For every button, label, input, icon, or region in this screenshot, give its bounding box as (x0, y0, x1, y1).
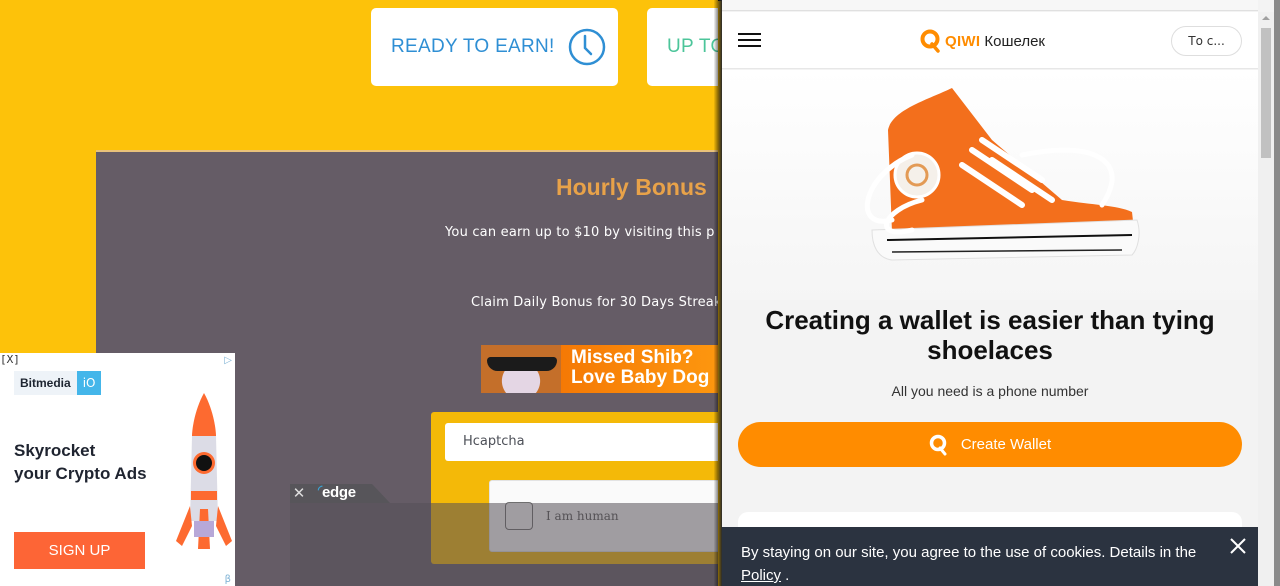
edge-signal-icon: ◜ (318, 484, 322, 496)
qiwi-window: QIWI Кошелек То с... Creating a wallet i… (722, 0, 1280, 586)
baby-doge-banner-ad[interactable]: Missed Shib? Love Baby Dog (481, 345, 718, 393)
hamburger-icon[interactable] (738, 33, 761, 47)
captcha-type-select[interactable]: Hcaptcha (445, 423, 718, 461)
cookie-banner: By staying on our site, you agree to the… (722, 527, 1258, 586)
sneaker-image (864, 88, 1140, 261)
hero-title: Creating a wallet is easier than tying s… (722, 305, 1258, 365)
edge-logo: ◜edge (318, 484, 356, 501)
ad-headline-line1: Skyrocket (14, 441, 96, 460)
bitmedia-logo-name: Bitmedia (14, 371, 77, 395)
faucet-page: READY TO EARN! UP TO Hourly Bonus You ca… (0, 0, 718, 586)
bitmedia-logo: Bitmedia iO (14, 371, 102, 395)
rocket-icon (176, 393, 232, 549)
qiwi-logo[interactable]: QIWI Кошелек (920, 29, 1045, 53)
adchoices-icon[interactable]: ▷ (224, 355, 232, 366)
edge-overlay-bar (290, 503, 718, 586)
sign-up-button[interactable]: SIGN UP (14, 532, 145, 569)
cookie-text: By staying on our site, you agree to the… (741, 541, 1211, 586)
bonus-title: Hourly Bonus (556, 174, 707, 200)
qiwi-brand-suffix: Кошелек (984, 32, 1045, 50)
screen: READY TO EARN! UP TO Hourly Bonus You ca… (0, 0, 1280, 586)
login-button[interactable]: То с... (1171, 26, 1242, 56)
close-icon[interactable] (1228, 536, 1248, 556)
scroll-thumb[interactable] (1261, 28, 1271, 158)
outer-scrollbar[interactable] (1274, 0, 1280, 586)
cookie-message: By staying on our site, you agree to the… (741, 544, 1197, 561)
streak-text: Claim Daily Bonus for 30 Days Streak (471, 295, 718, 310)
edge-logo-text: edge (321, 484, 356, 501)
clock-icon (568, 28, 605, 66)
cookie-suffix: . (781, 567, 790, 584)
create-wallet-button[interactable]: Create Wallet (738, 422, 1242, 467)
ad-close-button[interactable]: [X] (0, 353, 20, 366)
create-wallet-label: Create Wallet (960, 436, 1052, 453)
up-to-label: UP TO (667, 36, 718, 57)
policy-link[interactable]: Policy (741, 567, 781, 584)
sunglasses-image (487, 357, 557, 371)
close-icon[interactable]: ✕ (292, 486, 306, 501)
window-top-bar (722, 0, 1258, 11)
hero-subtitle: All you need is a phone number (891, 383, 1089, 399)
bitmedia-logo-io: iO (76, 371, 102, 395)
bitmedia-ad[interactable]: [X] ▷ Bitmedia iO Skyrocket your Crypto … (0, 353, 235, 586)
ready-to-earn-card: READY TO EARN! (371, 8, 618, 86)
up-to-card: UP TO (647, 8, 718, 86)
ready-to-earn-label: READY TO EARN! (391, 36, 555, 57)
qiwi-brand: QIWI (945, 32, 981, 50)
beta-mark: β (224, 574, 231, 585)
hero-title-line2: shoelaces (927, 335, 1053, 365)
qiwi-q-icon (929, 434, 947, 455)
bonus-subtitle: You can earn up to $10 by visiting this … (445, 225, 715, 240)
banner-ad-line2: Love Baby Dog (571, 367, 710, 388)
window-divider (714, 0, 722, 586)
scrollbar[interactable] (1258, 12, 1274, 586)
qiwi-header: QIWI Кошелек То с... (722, 12, 1258, 69)
ad-headline-line2: your Crypto Ads (14, 464, 147, 483)
qiwi-q-icon (920, 29, 940, 53)
banner-ad-line1: Missed Shib? (571, 347, 694, 368)
ad-headline: Skyrocket your Crypto Ads (14, 439, 147, 485)
scroll-up-arrow-icon[interactable] (1262, 16, 1270, 20)
banner-ad-text: Missed Shib? Love Baby Dog (571, 348, 709, 388)
hero-title-line1: Creating a wallet is easier than tying (765, 305, 1215, 335)
hero-image-area (722, 70, 1258, 300)
